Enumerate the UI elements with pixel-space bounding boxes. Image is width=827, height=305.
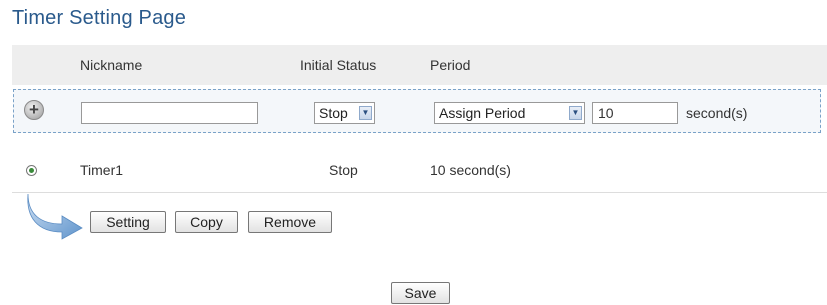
add-timer-row: + Stop ▼ Assign Period ▼ 10 second(s) bbox=[13, 89, 821, 133]
setting-button[interactable]: Setting bbox=[90, 211, 166, 233]
period-unit-label: second(s) bbox=[686, 105, 748, 121]
save-button[interactable]: Save bbox=[391, 282, 450, 304]
period-value-text: 10 bbox=[598, 105, 614, 121]
timer-initial-status: Stop bbox=[329, 162, 358, 178]
timer-select-radio[interactable] bbox=[26, 165, 37, 176]
header-nickname: Nickname bbox=[80, 57, 143, 73]
initial-status-value: Stop bbox=[319, 105, 348, 121]
period-type-select[interactable]: Assign Period ▼ bbox=[434, 102, 585, 124]
timer-nickname: Timer1 bbox=[80, 162, 124, 178]
header-initial-status: Initial Status bbox=[300, 57, 377, 73]
table-row: Timer1 Stop 10 second(s) bbox=[12, 148, 827, 193]
remove-button[interactable]: Remove bbox=[248, 211, 332, 233]
nickname-input[interactable] bbox=[81, 102, 258, 124]
initial-status-select[interactable]: Stop ▼ bbox=[314, 102, 375, 124]
curved-arrow-icon bbox=[27, 193, 83, 240]
chevron-down-icon: ▼ bbox=[359, 106, 372, 120]
page-title: Timer Setting Page bbox=[12, 7, 187, 29]
period-type-value: Assign Period bbox=[439, 105, 526, 121]
table-header: Nickname Initial Status Period bbox=[12, 45, 827, 85]
timer-period: 10 second(s) bbox=[430, 162, 511, 178]
period-value-input[interactable]: 10 bbox=[592, 102, 678, 124]
chevron-down-icon: ▼ bbox=[569, 106, 582, 120]
add-icon[interactable]: + bbox=[24, 100, 44, 120]
header-period: Period bbox=[430, 57, 471, 73]
copy-button[interactable]: Copy bbox=[175, 211, 238, 233]
